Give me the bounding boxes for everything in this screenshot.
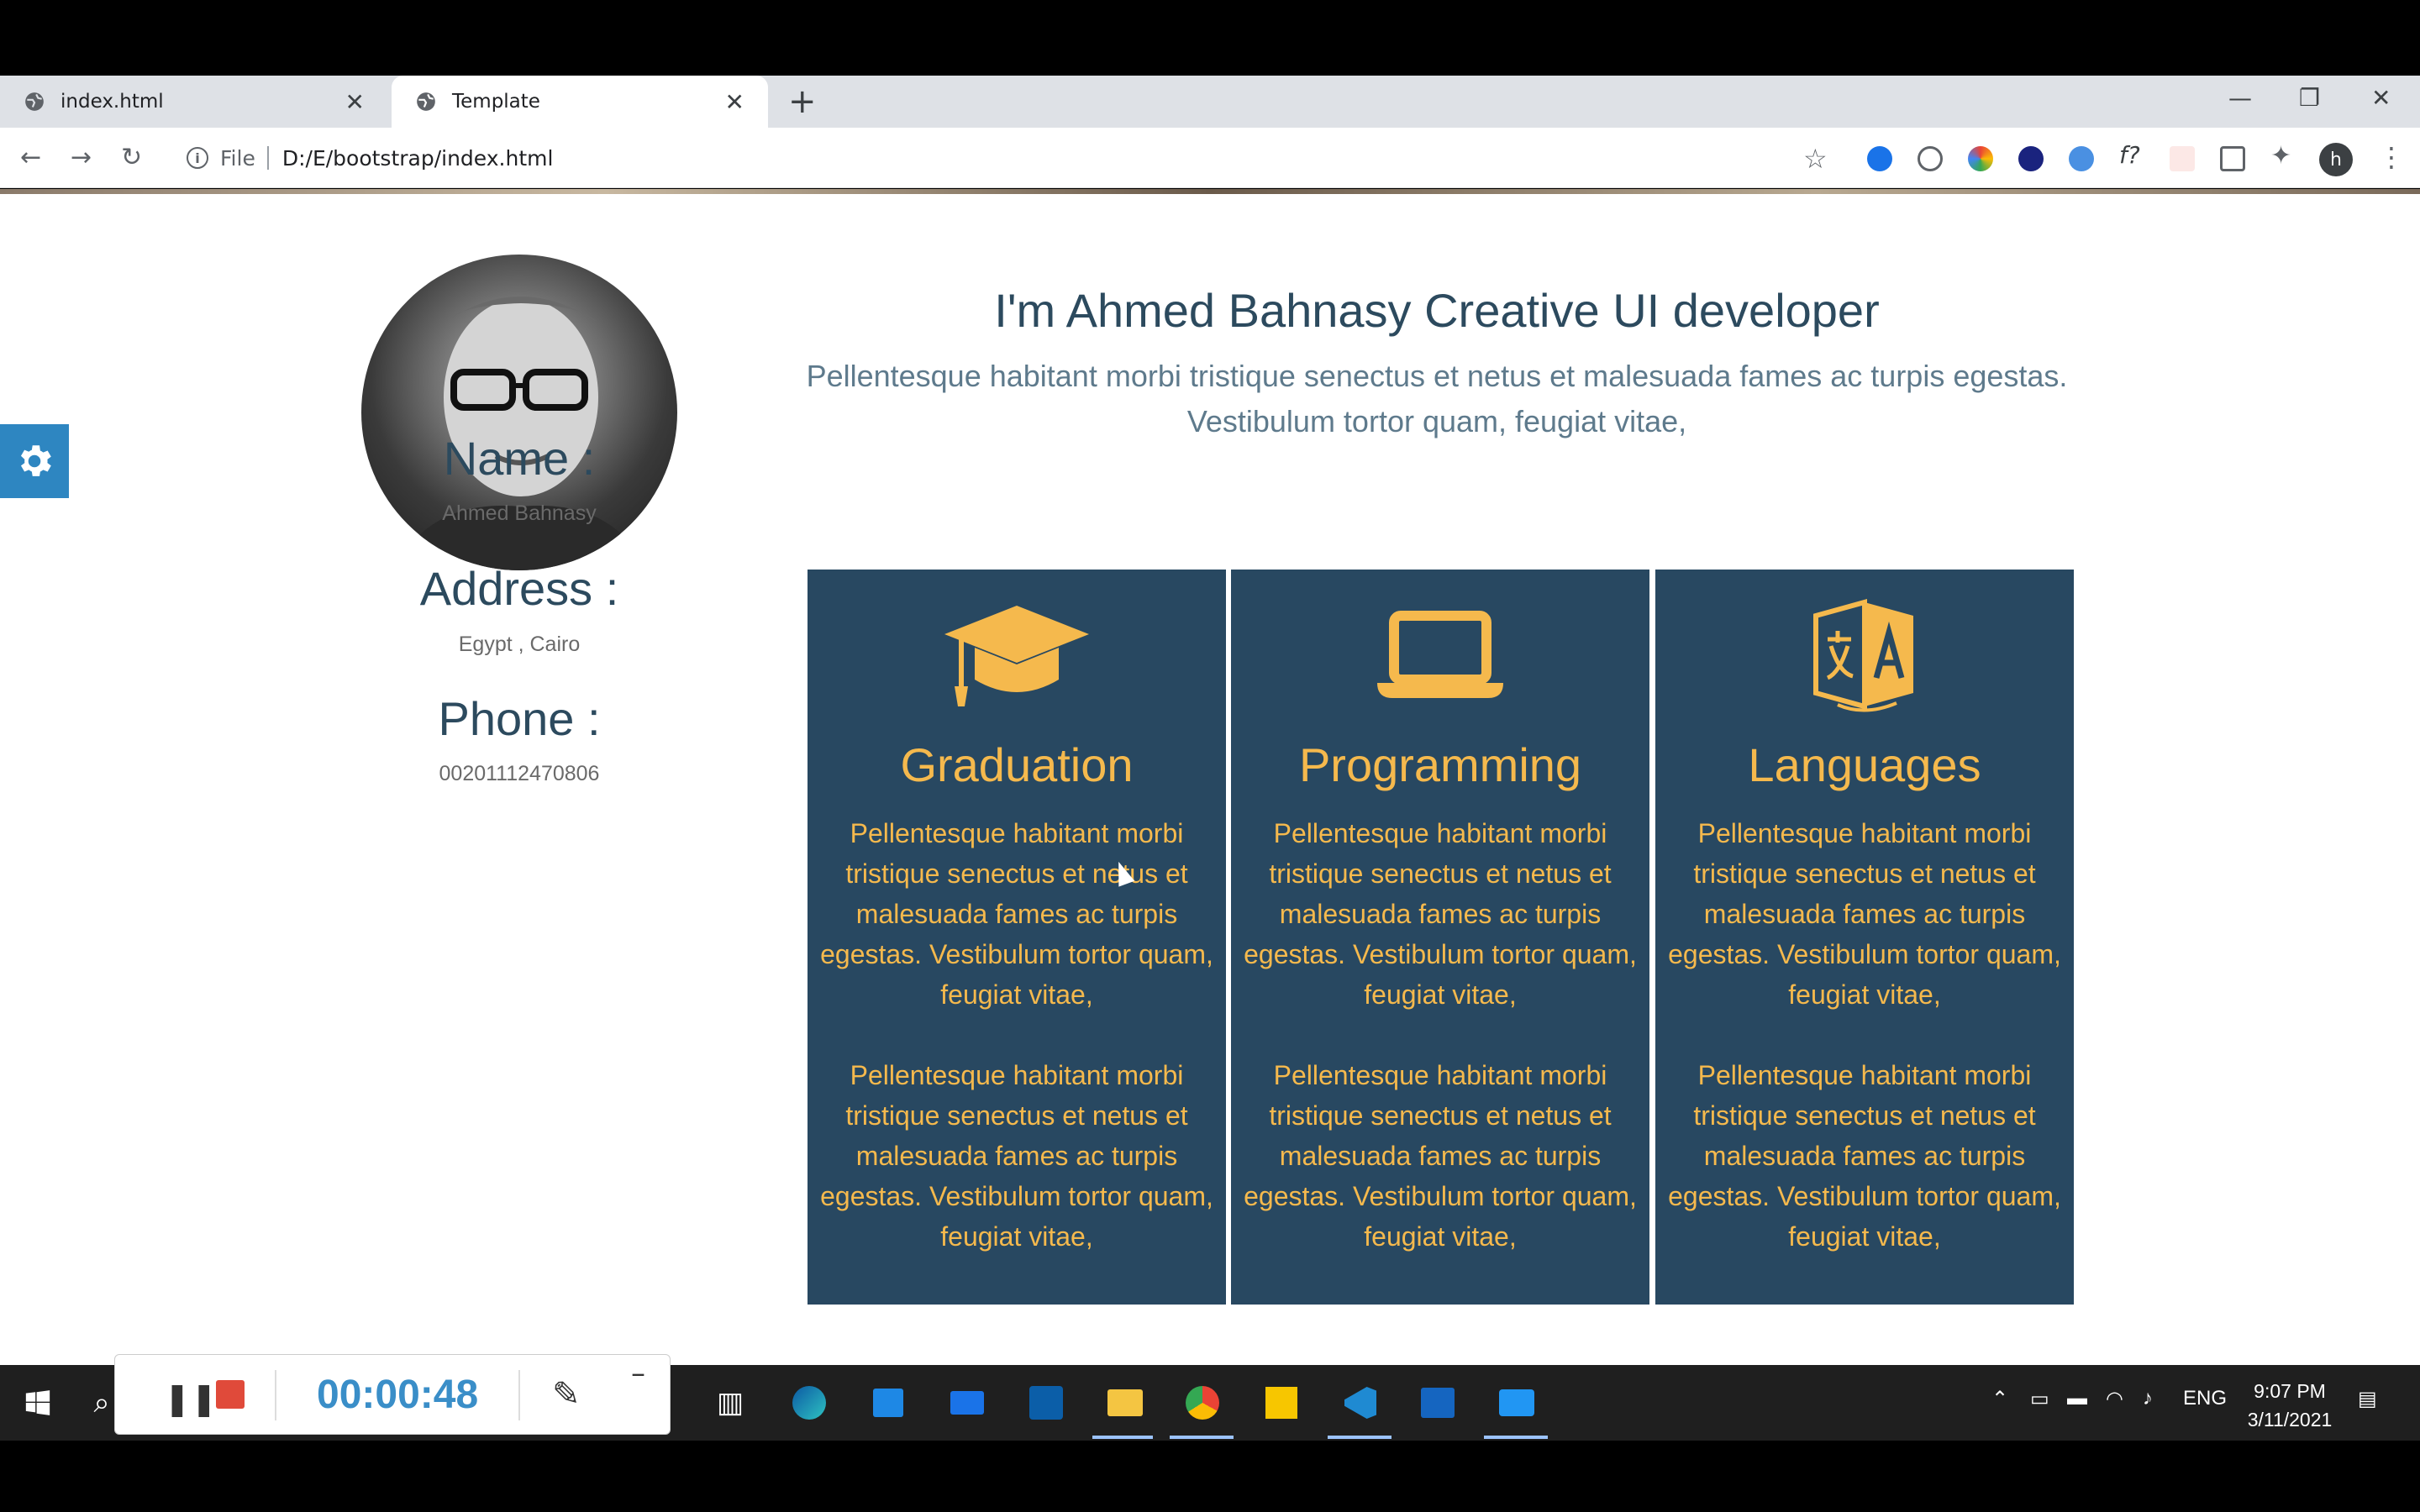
language-indicator[interactable]: ENG: [2183, 1387, 2227, 1410]
minimize-icon[interactable]: —: [2228, 84, 2252, 112]
page-title: I'm Ahmed Bahnasy Creative UI developer: [994, 284, 1880, 337]
notifications-icon[interactable]: ▤: [2358, 1387, 2377, 1411]
scheme-label: File: [220, 145, 255, 171]
edge-icon[interactable]: [788, 1382, 830, 1424]
calendar-extension-icon[interactable]: [2170, 146, 2195, 171]
pen-icon[interactable]: ✎: [552, 1375, 581, 1414]
stop-button[interactable]: [216, 1380, 245, 1409]
tab-title: index.html: [60, 91, 164, 113]
cast-icon[interactable]: [2220, 146, 2245, 171]
droplet-extension-icon[interactable]: [2069, 146, 2094, 171]
card-programming: Programming Pellentesque habitant morbi …: [1231, 570, 1649, 1305]
active-indicator: [1170, 1436, 1234, 1439]
meet-icon[interactable]: ▭: [2030, 1387, 2049, 1411]
app-icon[interactable]: [1025, 1382, 1067, 1424]
tab-title: Template: [452, 91, 540, 113]
card-title: Languages: [1748, 738, 1981, 791]
tab-template[interactable]: Template ✕: [392, 76, 768, 128]
screen: index.html ✕ Template ✕ + — ❐ ✕ ← → ↻ i …: [0, 0, 2420, 1512]
extension-icon[interactable]: [1918, 146, 1943, 171]
windows-start-icon[interactable]: [17, 1382, 59, 1424]
card-body: Pellentesque habitant morbi tristique se…: [1231, 813, 1649, 1297]
card-graduation: Graduation Pellentesque habitant morbi t…: [808, 570, 1226, 1305]
divider: [275, 1370, 276, 1420]
bookmark-star-icon[interactable]: ☆: [1803, 143, 1828, 175]
volume-icon[interactable]: ♪: [2143, 1387, 2153, 1410]
wifi-icon[interactable]: ◠: [2106, 1387, 2123, 1411]
file-explorer-icon[interactable]: [1104, 1382, 1146, 1424]
graduation-cap-icon: [808, 600, 1226, 709]
active-indicator: [1484, 1436, 1548, 1439]
clock-date: 3/11/2021: [2247, 1409, 2333, 1431]
screen-recorder-icon[interactable]: [1496, 1382, 1538, 1424]
chevron-up-icon[interactable]: ⌃: [1991, 1387, 2008, 1411]
minimize-icon[interactable]: –: [631, 1357, 645, 1390]
more-menu-icon[interactable]: ⋮: [2378, 141, 2405, 173]
card-title: Graduation: [900, 738, 1134, 791]
card-paragraph: Pellentesque habitant morbi tristique se…: [820, 1060, 1213, 1252]
card-body: Pellentesque habitant morbi tristique se…: [1655, 813, 2074, 1297]
new-tab-button[interactable]: +: [788, 82, 817, 121]
phone-value: 00201112470806: [439, 762, 600, 785]
globe-icon: [417, 92, 435, 111]
download-extension-icon[interactable]: [1867, 146, 1892, 171]
url-text: D:/E/bootstrap/index.html: [281, 145, 554, 171]
clock[interactable]: 9:07 PM 3/11/2021: [2235, 1377, 2344, 1434]
back-icon[interactable]: ←: [20, 143, 41, 172]
address-value: Egypt , Cairo: [458, 633, 581, 656]
card-languages: Languages Pellentesque habitant morbi tr…: [1655, 570, 2074, 1305]
phone-label: Phone :: [438, 692, 601, 745]
store-icon[interactable]: [867, 1382, 909, 1424]
divider: [266, 146, 269, 170]
restore-icon[interactable]: ❐: [2299, 84, 2320, 112]
address-label: Address :: [419, 562, 619, 615]
card-body: Pellentesque habitant morbi tristique se…: [808, 813, 1226, 1297]
close-icon[interactable]: ✕: [725, 88, 744, 116]
info-icon[interactable]: i: [187, 147, 208, 169]
active-indicator: [1092, 1436, 1153, 1439]
intro-text: Pellentesque habitant morbi tristique se…: [806, 359, 2068, 438]
page-content: Name : Ahmed Bahnasy Address : Egypt , C…: [0, 189, 2420, 1365]
close-icon[interactable]: ✕: [345, 88, 365, 116]
browser-toolbar: ← → ↻ i File D:/E/bootstrap/index.html ☆…: [0, 128, 2420, 188]
reload-icon[interactable]: ↻: [121, 143, 142, 172]
globe-icon: [25, 92, 44, 111]
downloader-extension-icon[interactable]: [2018, 146, 2044, 171]
sticky-notes-icon[interactable]: [1260, 1382, 1302, 1424]
puzzle-extensions-icon[interactable]: ✦: [2270, 141, 2296, 171]
card-paragraph: Pellentesque habitant morbi tristique se…: [1668, 818, 2061, 1010]
pause-icon[interactable]: ❚❚: [164, 1380, 218, 1417]
name-label: Name :: [443, 432, 596, 485]
address-bar[interactable]: i File D:/E/bootstrap/index.html: [173, 136, 1845, 180]
divider: [518, 1370, 520, 1420]
active-indicator: [1328, 1436, 1392, 1439]
card-paragraph: Pellentesque habitant morbi tristique se…: [1668, 1060, 2061, 1252]
language-icon: [1655, 599, 2074, 712]
laptop-icon: [1231, 600, 1649, 709]
color-picker-extension-icon[interactable]: [1968, 146, 1993, 171]
card-paragraph: Pellentesque habitant morbi tristique se…: [820, 818, 1213, 1010]
name-value: Ahmed Bahnasy: [442, 501, 597, 525]
photos-icon[interactable]: [1417, 1382, 1459, 1424]
mail-icon[interactable]: [946, 1382, 988, 1424]
battery-icon[interactable]: ▬: [2067, 1387, 2087, 1410]
browser-tab-bar: index.html ✕ Template ✕ + — ❐ ✕: [0, 76, 2420, 128]
screen-recorder-widget: ❚❚ 00:00:48 ✎ –: [114, 1354, 671, 1435]
tab-index-html[interactable]: index.html ✕: [0, 76, 388, 128]
header-image-strip: [0, 189, 2420, 194]
card-title: Programming: [1298, 738, 1582, 791]
close-window-icon[interactable]: ✕: [2371, 84, 2391, 112]
settings-toggle-button[interactable]: [0, 424, 69, 498]
clock-time: 9:07 PM: [2254, 1380, 2326, 1402]
card-paragraph: Pellentesque habitant morbi tristique se…: [1244, 818, 1637, 1010]
recording-timer: 00:00:48: [317, 1373, 479, 1417]
chrome-icon[interactable]: [1181, 1382, 1223, 1424]
vscode-icon[interactable]: [1339, 1382, 1381, 1424]
task-view-icon[interactable]: ▥: [709, 1382, 751, 1424]
gear-icon: [20, 445, 51, 476]
font-extension-icon[interactable]: f?: [2119, 141, 2144, 169]
profile-avatar[interactable]: h: [2319, 143, 2353, 176]
card-paragraph: Pellentesque habitant morbi tristique se…: [1244, 1060, 1637, 1252]
forward-icon[interactable]: →: [71, 143, 92, 172]
